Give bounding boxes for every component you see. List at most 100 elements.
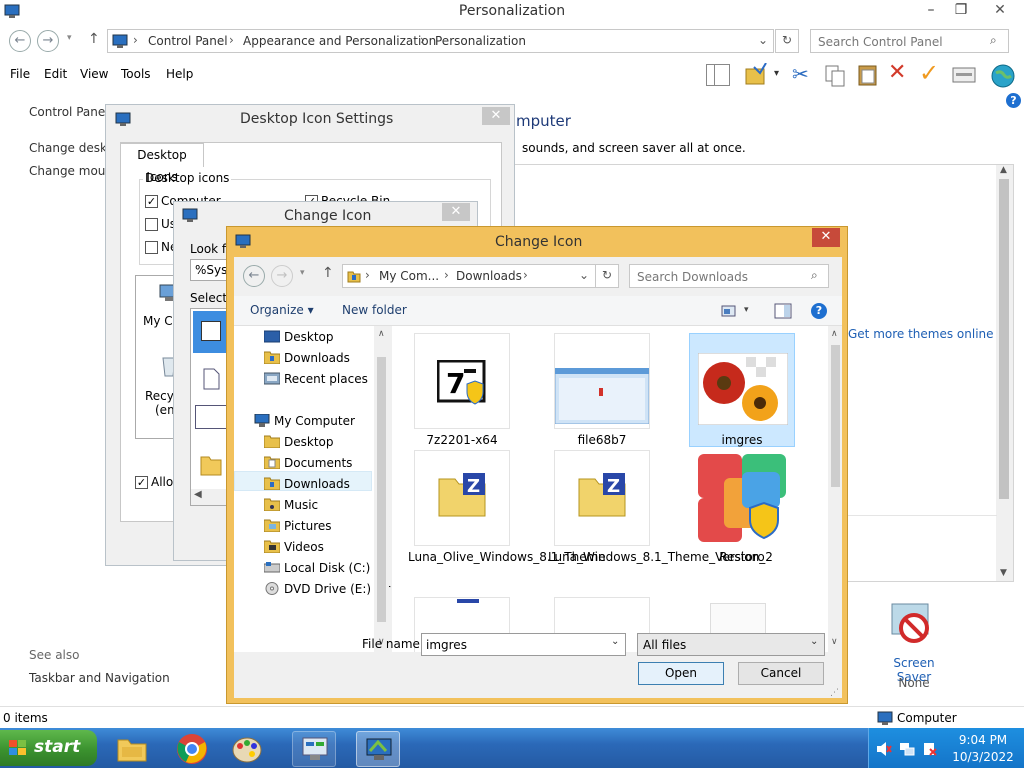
volume-muted-icon[interactable] [876, 741, 892, 757]
properties-icon[interactable] [952, 66, 976, 84]
chevron-down-icon[interactable]: ⌄ [579, 268, 589, 282]
file-list[interactable]: 7 7z2201-x64 file68b7 imgres Z Luna_Oliv… [392, 326, 842, 652]
taskbar-personalization[interactable] [356, 731, 400, 767]
recent-pages-icon[interactable]: ▾ [67, 33, 72, 43]
taskbar-navigation-link[interactable]: Taskbar and Navigation [29, 671, 170, 685]
left-nav-change-mouse[interactable]: Change mous [29, 164, 112, 178]
selected-icon-cell[interactable] [193, 311, 227, 353]
scroll-down-icon[interactable]: ▼ [1000, 568, 1007, 578]
clock-time[interactable]: 9:04 PM [955, 733, 1011, 747]
close-button[interactable]: ✕ [442, 203, 470, 221]
chevron-down-icon[interactable]: ⌄ [611, 636, 619, 647]
menu-view[interactable]: View [80, 67, 108, 81]
breadcrumb-control-panel[interactable]: Control Panel [148, 34, 228, 48]
file-name-input[interactable]: imgres [421, 633, 626, 656]
scroll-down-icon[interactable]: ∨ [831, 637, 838, 647]
scroll-up-icon[interactable]: ∧ [378, 329, 385, 339]
user-files-checkbox[interactable] [145, 218, 158, 231]
breadcrumb-my-computer[interactable]: My Com... [379, 269, 439, 283]
layout-pane-icon[interactable] [706, 64, 730, 86]
file-item[interactable]: 7 7z2201-x64 [412, 333, 512, 453]
nav-scrollbar[interactable]: ∧ ∨ [374, 326, 389, 652]
allow-themes-checkbox[interactable]: ✓ [135, 476, 148, 489]
navigation-pane[interactable]: Desktop Downloads Recent places My Compu… [234, 326, 390, 652]
forward-button[interactable]: → [271, 265, 293, 287]
breadcrumb-appearance[interactable]: Appearance and Personalization [243, 34, 436, 48]
breadcrumb[interactable]: › Control Panel › Appearance and Persona… [107, 29, 774, 53]
network-icon[interactable] [899, 741, 915, 757]
back-button[interactable]: ← [9, 30, 31, 52]
restore-button[interactable]: ❐ [946, 0, 976, 22]
forward-button[interactable]: → [37, 30, 59, 52]
scroll-thumb[interactable] [999, 179, 1009, 499]
close-button[interactable]: ✕ [980, 0, 1020, 22]
window-icon[interactable] [195, 405, 229, 429]
taskbar-explorer[interactable] [110, 731, 154, 767]
up-button[interactable]: ↑ [88, 31, 100, 47]
paste-icon[interactable] [856, 63, 880, 87]
search-icon[interactable]: ⌕ [990, 33, 997, 48]
icon-grid[interactable]: ◀ [190, 308, 230, 506]
file-item[interactable]: Z Luna_Windows_8.1_Theme_Version_2 [548, 450, 773, 600]
close-button[interactable]: ✕ [812, 228, 840, 247]
refresh-button[interactable]: ↻ [775, 29, 799, 53]
scroll-thumb[interactable] [831, 345, 840, 487]
taskbar-control-panel[interactable] [292, 731, 336, 767]
left-nav-control-panel-home[interactable]: Control Panel [29, 105, 109, 119]
scroll-left-icon[interactable]: ◀ [191, 489, 229, 505]
file-type-select[interactable]: All files [637, 633, 825, 656]
scroll-thumb[interactable] [377, 357, 386, 622]
resize-grip-icon[interactable]: ⋰ [830, 688, 839, 698]
look-for-input[interactable]: %Sys [190, 259, 230, 281]
organize-button[interactable]: Organize ▾ [250, 303, 314, 317]
themes-scrollbar[interactable]: ▲ ▼ [996, 165, 1013, 581]
menu-help[interactable]: Help [166, 67, 193, 81]
file-list-scrollbar[interactable]: ∧ ∨ [828, 326, 842, 652]
action-center-icon[interactable] [922, 741, 938, 757]
tab-desktop-icons[interactable]: Desktop Icons [120, 143, 204, 184]
search-control-panel-input[interactable]: Search Control Panel [810, 29, 1009, 53]
view-options-icon[interactable] [721, 304, 737, 318]
new-folder-button[interactable]: New folder [342, 303, 407, 317]
screen-saver-icon[interactable] [888, 600, 936, 648]
menu-edit[interactable]: Edit [44, 67, 67, 81]
taskbar-chrome[interactable] [170, 731, 214, 767]
checkmark-icon[interactable]: ✓ [919, 59, 939, 87]
menu-file[interactable]: File [10, 67, 30, 81]
clock-date[interactable]: 10/3/2022 [951, 750, 1015, 764]
computer-checkbox[interactable]: ✓ [145, 195, 158, 208]
close-button[interactable]: ✕ [482, 107, 510, 125]
document-icon[interactable] [201, 367, 221, 391]
back-button[interactable]: ← [243, 265, 265, 287]
recent-locations-icon[interactable]: ▾ [300, 268, 305, 278]
chevron-down-icon[interactable]: ⌄ [758, 33, 768, 47]
chevron-down-icon[interactable]: ▾ [774, 68, 779, 79]
minimize-button[interactable]: – [916, 0, 946, 22]
preview-pane-icon[interactable] [774, 303, 792, 319]
copy-icon[interactable] [824, 64, 846, 88]
network-checkbox[interactable] [145, 241, 158, 254]
up-button[interactable]: ↑ [322, 265, 334, 281]
search-downloads-input[interactable]: Search Downloads [629, 264, 829, 288]
file-item[interactable]: file68b7 [552, 333, 652, 453]
help-icon[interactable]: ? [811, 303, 827, 319]
file-item[interactable]: Restoro [692, 450, 792, 570]
chevron-down-icon[interactable]: ▾ [744, 305, 749, 315]
taskbar-paint[interactable] [225, 731, 269, 767]
refresh-button[interactable]: ↻ [595, 264, 619, 288]
delete-icon[interactable]: ✕ [888, 60, 906, 85]
globe-icon[interactable] [990, 63, 1016, 89]
scroll-up-icon[interactable]: ▲ [1000, 165, 1007, 175]
folder-icon[interactable] [199, 451, 223, 477]
open-button[interactable]: Open [638, 662, 724, 685]
menu-tools[interactable]: Tools [121, 67, 151, 81]
start-button[interactable]: start [0, 730, 97, 766]
cut-icon[interactable]: ✂ [792, 62, 809, 86]
dialog-breadcrumb[interactable]: › My Com... › Downloads › ⌄ [342, 264, 596, 288]
folder-options-icon[interactable] [744, 63, 768, 87]
help-icon[interactable]: ? [1006, 93, 1021, 108]
search-icon[interactable]: ⌕ [811, 268, 818, 283]
scroll-up-icon[interactable]: ∧ [831, 329, 838, 339]
breadcrumb-personalization[interactable]: Personalization [435, 34, 526, 48]
cancel-button[interactable]: Cancel [738, 662, 824, 685]
